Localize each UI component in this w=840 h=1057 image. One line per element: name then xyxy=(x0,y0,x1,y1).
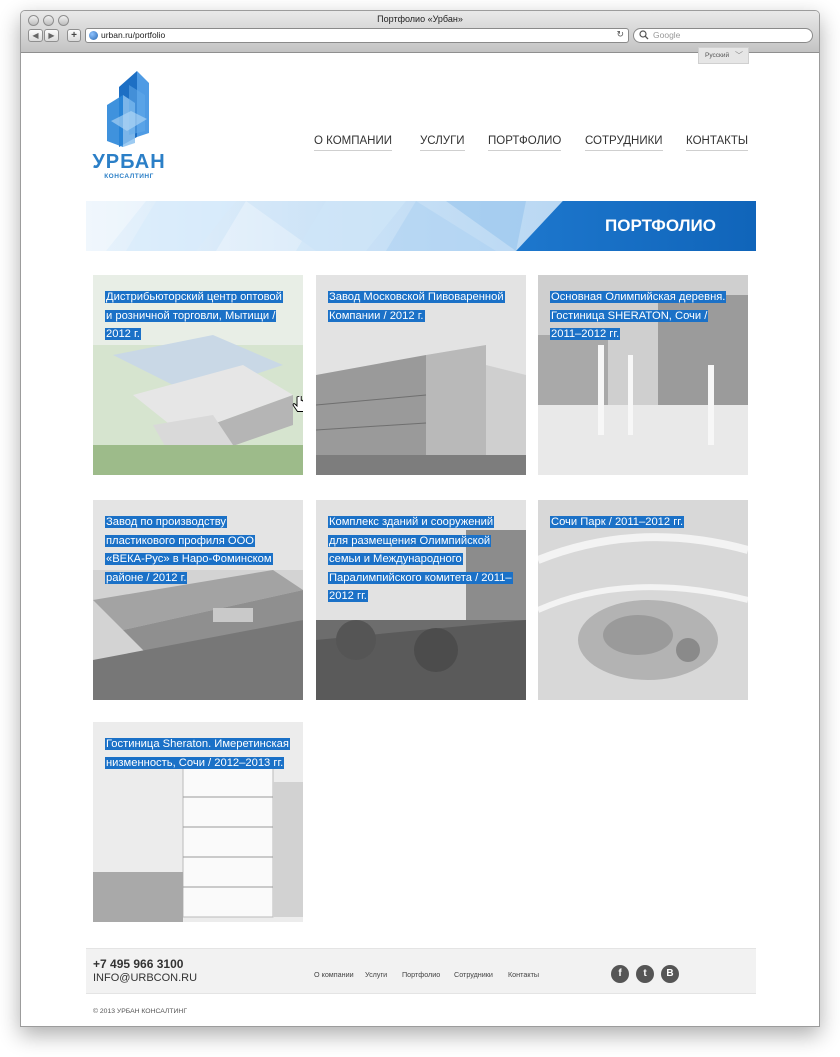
forward-button[interactable]: ▶ xyxy=(44,29,59,42)
portfolio-tile[interactable]: Комплекс зданий и сооружений для размеще… xyxy=(316,500,526,700)
logo-subtitle: КОНСАЛТИНГ xyxy=(104,173,154,180)
search-placeholder: Google xyxy=(653,30,681,40)
hand-cursor-icon xyxy=(292,396,303,412)
project-caption: Основная Олимпийская деревня. Гостиница … xyxy=(550,291,727,341)
address-bar[interactable]: urban.ru/portfolio ↻ xyxy=(85,28,629,43)
footer-link-staff[interactable]: Сотрудники xyxy=(454,970,493,979)
url-text: urban.ru/portfolio xyxy=(101,30,166,40)
globe-icon xyxy=(89,31,98,40)
chevron-down-icon: ﹀ xyxy=(735,51,743,60)
footer: +7 495 966 3100 INFO@URBCON.RU О компани… xyxy=(86,948,756,994)
project-caption: Завод Московской Пивоваренной Компании /… xyxy=(328,291,505,322)
nav-staff[interactable]: СОТРУДНИКИ xyxy=(585,135,663,151)
footer-link-portfolio[interactable]: Портфолио xyxy=(402,970,440,979)
vk-icon[interactable]: В xyxy=(661,965,679,983)
portfolio-tile[interactable]: Дистрибьюторский центр оптовой и розничн… xyxy=(93,275,303,475)
search-icon xyxy=(639,30,650,42)
footer-phone[interactable]: +7 495 966 3100 xyxy=(93,957,183,971)
portfolio-tile[interactable]: Основная Олимпийская деревня. Гостиница … xyxy=(538,275,748,475)
portfolio-tile[interactable]: Сочи Парк / 2011–2012 гг. xyxy=(538,500,748,700)
back-button[interactable]: ◀ xyxy=(28,29,43,42)
logo-icon xyxy=(107,71,149,147)
nav-services[interactable]: УСЛУГИ xyxy=(420,135,465,151)
footer-email[interactable]: INFO@URBCON.RU xyxy=(93,972,197,984)
project-caption: Сочи Парк / 2011–2012 гг. xyxy=(550,516,685,528)
page-title: ПОРТФОЛИО xyxy=(605,216,716,235)
nav-contacts[interactable]: КОНТАКТЫ xyxy=(686,135,749,151)
footer-link-about[interactable]: О компании xyxy=(314,970,354,979)
portfolio-tile[interactable]: Гостиница Sheraton. Имеретинская низменн… xyxy=(93,722,303,922)
twitter-icon[interactable]: t xyxy=(636,965,654,983)
window-title: Портфолио «Урбан» xyxy=(377,14,463,24)
facebook-icon[interactable]: f xyxy=(611,965,629,983)
nav-portfolio[interactable]: ПОРТФОЛИО xyxy=(488,135,562,151)
footer-link-contacts[interactable]: Контакты xyxy=(508,970,539,979)
footer-link-services[interactable]: Услуги xyxy=(365,970,387,979)
nav-about[interactable]: О КОМПАНИИ xyxy=(314,135,393,151)
reload-icon[interactable]: ↻ xyxy=(616,29,624,40)
language-label: Русский xyxy=(705,52,730,59)
language-selector[interactable]: Русский ﹀ xyxy=(698,47,749,64)
page-banner: ПОРТФОЛИО xyxy=(86,201,756,251)
project-caption: Комплекс зданий и сооружений для размеще… xyxy=(328,516,513,603)
logo-title: УРБАН xyxy=(92,151,166,173)
search-input[interactable]: Google xyxy=(633,28,813,43)
project-caption: Завод по производству пластикового профи… xyxy=(105,516,273,584)
portfolio-tile[interactable]: Завод Московской Пивоваренной Компании /… xyxy=(316,275,526,475)
logo[interactable]: УРБАН КОНСАЛТИНГ xyxy=(89,65,189,183)
project-caption: Гостиница Sheraton. Имеретинская низменн… xyxy=(105,738,290,769)
browser-window: Портфолио «Урбан» ◀ ▶ + urban.ru/portfol… xyxy=(20,10,820,1027)
copyright: © 2013 УРБАН КОНСАЛТИНГ xyxy=(93,1008,188,1015)
portfolio-tile[interactable]: Завод по производству пластикового профи… xyxy=(93,500,303,700)
add-bookmark-button[interactable]: + xyxy=(67,29,81,42)
project-caption: Дистрибьюторский центр оптовой и розничн… xyxy=(105,291,283,341)
